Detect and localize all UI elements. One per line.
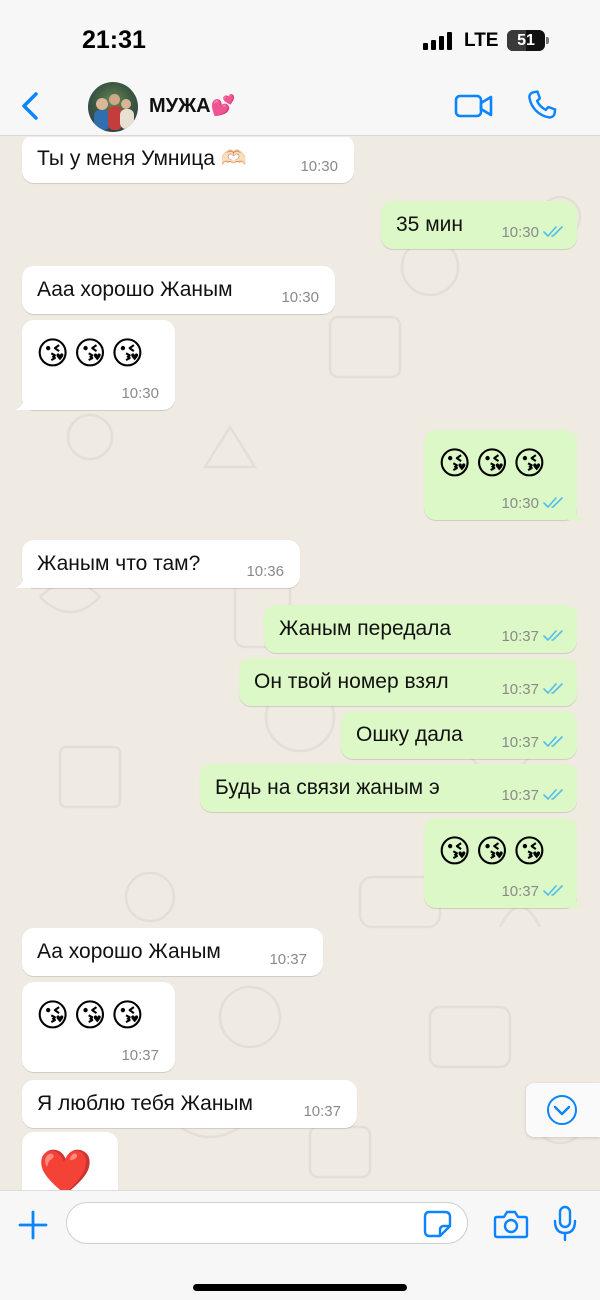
- chat-messages-area[interactable]: Ты у меня Умница 🫶🏻 10:30 35 мин 10:30 А…: [0, 137, 600, 1190]
- kissing-emoji-message: 😘😘😘: [438, 445, 551, 481]
- contact-name[interactable]: МУЖА💕: [149, 93, 236, 118]
- message-time: 10:30: [501, 495, 539, 512]
- message-time: 10:30: [501, 224, 539, 241]
- message-bubble-outgoing[interactable]: 😘😘😘 10:30: [424, 430, 584, 520]
- microphone-icon: [553, 1205, 577, 1242]
- attach-button[interactable]: [16, 1208, 50, 1242]
- chat-header: МУЖА💕: [0, 80, 600, 136]
- kissing-emoji-message: 😘😘😘: [438, 833, 551, 869]
- message-bubble-outgoing[interactable]: Будь на связи жаным э 10:37: [200, 764, 577, 812]
- message-time: 10:37: [501, 681, 539, 698]
- read-ticks-icon: [543, 226, 563, 238]
- message-text: Будь на связи жаным э: [215, 776, 440, 799]
- message-bubble-outgoing[interactable]: 35 мин 10:30: [381, 201, 577, 249]
- message-time: 10:37: [269, 951, 307, 968]
- message-text: Он твой номер взял: [254, 670, 449, 693]
- message-bubble-incoming[interactable]: ❤️: [22, 1132, 118, 1190]
- bubble-tail: [15, 394, 31, 410]
- video-call-button[interactable]: [454, 90, 494, 122]
- bubble-tail: [568, 892, 584, 908]
- message-time: 10:36: [246, 563, 284, 580]
- message-time: 10:37: [501, 628, 539, 645]
- message-time: 10:30: [300, 158, 338, 175]
- message-input[interactable]: [66, 1202, 468, 1244]
- status-time: 21:31: [82, 26, 146, 54]
- message-time: 10:37: [121, 1047, 159, 1064]
- message-time: 10:37: [303, 1103, 341, 1120]
- read-ticks-icon: [543, 630, 563, 642]
- message-time: 10:37: [501, 734, 539, 751]
- bubble-tail: [568, 504, 584, 520]
- message-bubble-outgoing[interactable]: Он твой номер взял 10:37: [239, 658, 577, 706]
- sticker-icon: [423, 1210, 452, 1238]
- read-ticks-icon: [543, 497, 563, 509]
- message-text: Ааа хорошо Жаным: [37, 278, 233, 301]
- signal-strength-icon: [423, 32, 455, 50]
- back-button[interactable]: [12, 86, 52, 126]
- message-text: Ты у меня Умница 🫶🏻: [37, 147, 247, 170]
- read-ticks-icon: [543, 885, 563, 897]
- read-ticks-icon: [543, 789, 563, 801]
- network-type-label: LTE: [464, 30, 499, 51]
- status-bar: 21:31 LTE 51: [0, 0, 600, 80]
- message-bubble-incoming[interactable]: Ааа хорошо Жаным 10:30: [22, 266, 335, 314]
- kissing-emoji-message: 😘😘😘: [36, 997, 149, 1033]
- message-time: 10:37: [501, 883, 539, 900]
- message-text: 35 мин: [396, 213, 463, 236]
- battery-icon: 51: [507, 30, 545, 51]
- camera-icon: [493, 1210, 529, 1239]
- message-bubble-outgoing[interactable]: Ошку дала 10:37: [341, 711, 577, 759]
- bubble-tail: [15, 572, 31, 588]
- message-bubble-outgoing[interactable]: Жаным передала 10:37: [264, 605, 577, 653]
- message-input-bar: [0, 1190, 600, 1300]
- message-text: Жаным передала: [279, 617, 452, 640]
- message-time: 10:30: [121, 385, 159, 402]
- message-text: Жаным что там?: [37, 552, 201, 575]
- kissing-emoji-message: 😘😘😘: [36, 335, 149, 371]
- message-time: 10:30: [281, 289, 319, 306]
- home-indicator: [193, 1284, 407, 1291]
- message-bubble-incoming[interactable]: Жаным что там? 10:36: [15, 540, 300, 588]
- camera-button[interactable]: [493, 1209, 529, 1239]
- red-heart-emoji-message: ❤️: [38, 1148, 97, 1190]
- read-ticks-icon: [543, 736, 563, 748]
- message-bubble-incoming[interactable]: 😘😘😘 10:30: [15, 320, 175, 410]
- phone-icon: [528, 90, 557, 119]
- message-text: Аа хорошо Жаным: [37, 940, 221, 963]
- battery-tip: [546, 37, 549, 44]
- voice-call-button[interactable]: [524, 88, 560, 124]
- video-camera-icon: [454, 94, 493, 118]
- sticker-button[interactable]: [423, 1210, 453, 1238]
- contact-avatar[interactable]: [88, 82, 138, 132]
- chevron-down-circle-icon: [547, 1095, 577, 1125]
- message-bubble-incoming[interactable]: Аа хорошо Жаным 10:37: [22, 928, 323, 976]
- plus-icon: [18, 1210, 48, 1240]
- message-bubble-outgoing[interactable]: 😘😘😘 10:37: [424, 818, 584, 908]
- read-ticks-icon: [543, 683, 563, 695]
- message-text: Я люблю тебя Жаным: [37, 1092, 253, 1115]
- battery-percent-label: 51: [517, 32, 535, 49]
- message-bubble-incoming[interactable]: Я люблю тебя Жаным 10:37: [22, 1080, 357, 1128]
- microphone-button[interactable]: [551, 1205, 579, 1243]
- chevron-left-icon: [22, 92, 38, 120]
- message-text: Ошку дала: [356, 723, 463, 746]
- message-bubble-incoming[interactable]: 😘😘😘 10:37: [22, 982, 175, 1072]
- message-time: 10:37: [501, 787, 539, 804]
- scroll-to-bottom-button[interactable]: [526, 1083, 600, 1137]
- message-bubble-incoming[interactable]: Ты у меня Умница 🫶🏻 10:30: [22, 137, 354, 183]
